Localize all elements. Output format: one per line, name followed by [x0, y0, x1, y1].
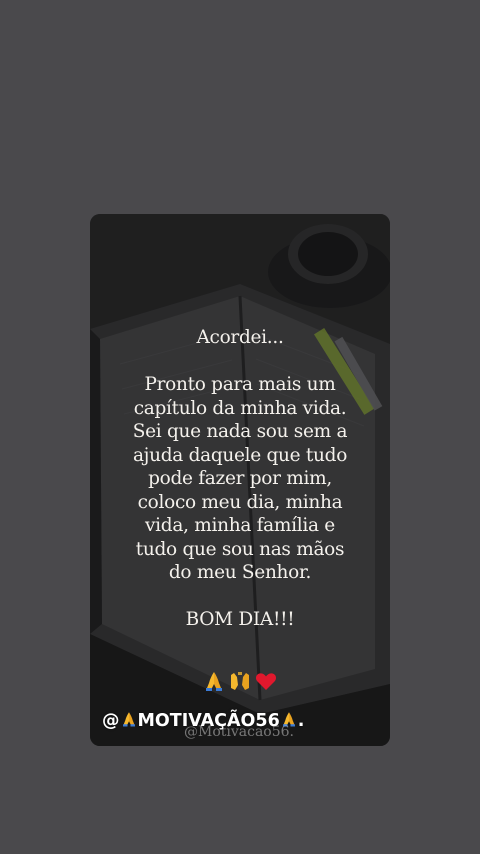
- praying-hands-icon: [120, 710, 138, 728]
- red-heart-icon: [254, 669, 278, 693]
- story-message: Acordei... Pronto para mais um capítulo …: [90, 326, 390, 632]
- watermark-text: @Motivacao56.: [184, 724, 295, 740]
- message-line: coloco meu dia, minha: [137, 491, 343, 513]
- message-line: tudo que sou nas mãos: [135, 538, 345, 560]
- message-line: Pronto para mais um: [144, 374, 336, 395]
- greeting-text: Acordei...: [196, 327, 284, 348]
- message-line: Sei que nada sou sem a: [132, 421, 348, 442]
- closing-text: BOM DIA!!!: [185, 609, 295, 630]
- message-line: pode fazer por mim,: [148, 468, 332, 489]
- emoji-row: [90, 669, 390, 693]
- message-line: ajuda daquele que tudo: [132, 444, 348, 466]
- message-line: do meu Senhor.: [168, 562, 312, 583]
- story-card: Acordei... Pronto para mais um capítulo …: [90, 214, 390, 746]
- raising-hands-icon: [228, 669, 252, 693]
- praying-hands-icon: [202, 669, 226, 693]
- handle-prefix: @: [102, 711, 120, 731]
- message-line: vida, minha família e: [145, 515, 335, 536]
- handle-suffix: .: [297, 711, 305, 731]
- message-line: capítulo da minha vida.: [133, 397, 347, 419]
